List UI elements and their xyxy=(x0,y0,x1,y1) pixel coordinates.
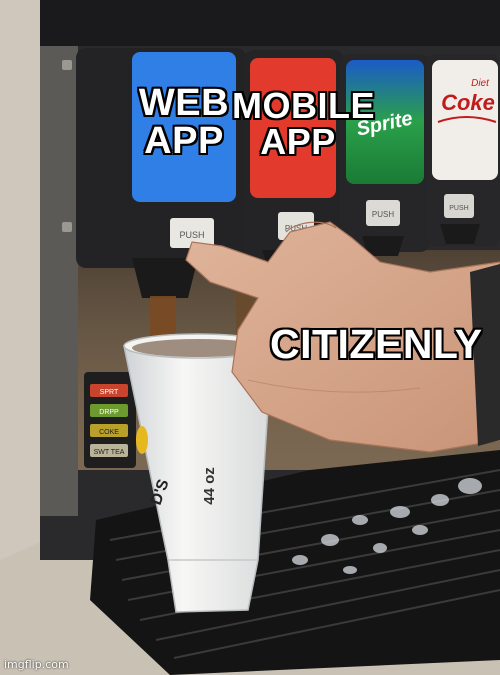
dispenser-head-4: Diet Coke PUSH xyxy=(426,54,500,246)
coke-logo: Coke xyxy=(441,90,495,115)
side-label-text-4: SWT TEA xyxy=(94,449,125,456)
cup-logo-accent xyxy=(136,426,148,454)
side-label-text-1: SPRT xyxy=(100,389,119,396)
cup-size-label: 44 oz xyxy=(201,467,218,505)
watermark: imgflip.com xyxy=(4,658,69,671)
nozzle-4 xyxy=(440,224,480,244)
caption-mobile-line1: MOBILE xyxy=(232,85,375,126)
caption-web-line2: APP xyxy=(144,120,224,162)
machine-top xyxy=(40,0,500,46)
caption-web-app: WEB APP xyxy=(134,84,234,160)
push-label-1: PUSH xyxy=(179,230,204,240)
side-label-text-2: DRPP xyxy=(99,409,119,416)
caption-mobile-line2: APP xyxy=(260,121,336,162)
side-label-panel: SPRT DRPP COKE SWT TEA xyxy=(84,372,136,468)
rail-screw xyxy=(62,60,72,70)
nozzle-1 xyxy=(132,258,198,298)
rail-screw xyxy=(62,222,72,232)
coke-diet-text: Diet xyxy=(471,78,490,89)
meme-image: PUSH PUSH Sprite PUSH Diet Coke PUSH SPR… xyxy=(0,0,500,675)
caption-web-line1: WEB xyxy=(138,82,230,124)
caption-citizenly: CITIZENLY xyxy=(270,321,483,367)
push-label-3: PUSH xyxy=(372,210,394,219)
machine-side-rail xyxy=(40,46,78,516)
side-label-text-3: COKE xyxy=(99,429,119,436)
caption-mobile-app: MOBILE APP xyxy=(232,85,375,162)
push-label-4: PUSH xyxy=(449,205,468,212)
